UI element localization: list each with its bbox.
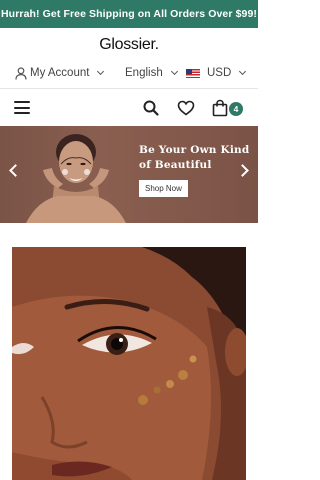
user-icon xyxy=(15,66,27,80)
my-account-label: My Account xyxy=(30,67,90,79)
chevron-down-icon xyxy=(170,67,178,76)
my-account-dropdown[interactable]: My Account xyxy=(15,62,105,84)
hero-model-image xyxy=(26,134,126,223)
currency-label: USD xyxy=(207,67,232,79)
menu-icon[interactable] xyxy=(14,101,30,114)
currency-dropdown[interactable]: USD xyxy=(186,62,247,84)
chevron-down-icon xyxy=(97,67,105,76)
cart-count-badge: 4 xyxy=(229,102,243,116)
chevron-down-icon xyxy=(239,67,247,76)
us-flag-icon xyxy=(186,68,200,78)
product-model-image xyxy=(12,247,246,480)
main-nav: 4 xyxy=(0,91,258,125)
language-label: English xyxy=(125,67,163,79)
promo-banner: Hurrah! Get Free Shipping on All Orders … xyxy=(0,0,258,28)
site-logo[interactable]: Glossier. xyxy=(0,36,258,54)
heart-icon[interactable] xyxy=(177,99,195,117)
promo-text: Hurrah! Get Free Shipping on All Orders … xyxy=(1,8,257,20)
utility-bar: My Account English USD xyxy=(0,62,258,84)
hero-banner: Be Your Own Kind of Beautiful Shop Now xyxy=(0,126,258,223)
divider xyxy=(0,88,258,89)
shopping-bag-icon[interactable] xyxy=(211,99,229,117)
shop-now-button[interactable]: Shop Now xyxy=(139,180,188,197)
search-icon[interactable] xyxy=(142,99,160,117)
language-dropdown[interactable]: English xyxy=(125,62,178,84)
